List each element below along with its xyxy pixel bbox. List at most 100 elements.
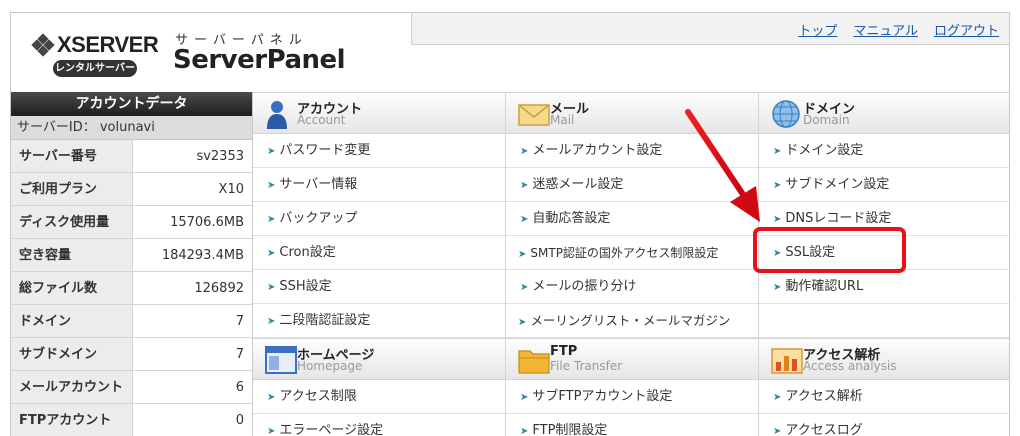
xserver-logo[interactable]: XSERVER レンタルサーバー サーバーパネル ServerPanel [31, 31, 373, 81]
account-row: ドメイン 7 [11, 305, 252, 338]
row-label: ディスク使用量 [11, 206, 133, 238]
account-row: 空き容量 184293.4MB [11, 239, 252, 272]
chevron-right-icon: ➤ [267, 180, 276, 191]
menu-item-error-page[interactable]: ➤ エラーページ設定 [253, 414, 505, 436]
category-subtitle: Domain [803, 113, 850, 127]
menu-item-server-info[interactable]: ➤ サーバー情報 [253, 168, 505, 202]
chevron-right-icon: ➤ [520, 282, 529, 293]
row-value: 0 [133, 404, 252, 436]
menu-column-mail: メール Mail ➤ メールアカウント設定 ➤ 迷惑メール設定 ➤ 自動応答設定 ➤ S… [506, 92, 759, 436]
globe-icon [772, 100, 800, 128]
menu-item-password[interactable]: ➤ パスワード変更 [253, 134, 505, 168]
logo-brand: XSERVER [57, 32, 159, 57]
menu-item-empty [759, 304, 1009, 338]
menu-item-mail-account[interactable]: ➤ メールアカウント設定 [506, 134, 758, 168]
user-icon [267, 101, 287, 129]
account-row: メールアカウント 6 [11, 371, 252, 404]
chevron-right-icon: ➤ [267, 426, 276, 436]
chevron-right-icon: ➤ [773, 180, 782, 191]
account-data-panel: アカウントデータ サーバーID： volunavi サーバー番号 sv2353 ご… [10, 92, 252, 436]
row-label: サーバー番号 [11, 140, 133, 172]
chevron-right-icon: ➤ [520, 146, 529, 157]
category-subtitle: File Transfer [550, 359, 623, 373]
category-domain: ドメイン Domain [759, 92, 1009, 134]
chevron-right-icon: ➤ [267, 146, 276, 157]
server-id: サーバーID： volunavi [11, 116, 252, 140]
link-top[interactable]: トップ [798, 24, 837, 39]
menu-item-backup[interactable]: ➤ バックアップ [253, 202, 505, 236]
chevron-right-icon: ➤ [773, 282, 782, 293]
row-value: sv2353 [133, 140, 252, 172]
menu-item-cron[interactable]: ➤ Cron設定 [253, 236, 505, 270]
menu-item-access-log[interactable]: ➤ アクセスログ [759, 414, 1009, 436]
account-row: サーバー番号 sv2353 [11, 140, 252, 173]
chevron-right-icon: ➤ [267, 248, 276, 259]
analytics-chart-icon [771, 348, 803, 374]
category-access-analysis: アクセス解析 Access analysis [759, 338, 1009, 380]
xserver-diamond-icon [31, 33, 55, 57]
row-label: ご利用プラン [11, 173, 133, 205]
chevron-right-icon: ➤ [267, 392, 276, 403]
logo-badge: レンタルサーバー [53, 60, 137, 77]
account-row: FTPアカウント 0 [11, 404, 252, 436]
row-label: サブドメイン [11, 338, 133, 370]
menu-item-test-url[interactable]: ➤ 動作確認URL [759, 270, 1009, 304]
category-subtitle: Homepage [297, 359, 363, 373]
chevron-right-icon: ➤ [520, 426, 529, 436]
category-homepage: ホームページ Homepage [253, 338, 505, 380]
header: XSERVER レンタルサーバー サーバーパネル ServerPanel トップ… [10, 12, 1010, 92]
category-ftp: FTP File Transfer [506, 338, 758, 380]
row-value: 6 [133, 371, 252, 403]
menu-item-mailing-list[interactable]: ➤ メーリングリスト・メールマガジン [506, 304, 758, 338]
chevron-right-icon: ➤ [773, 426, 782, 436]
menu-item-two-factor[interactable]: ➤ 二段階認証設定 [253, 304, 505, 338]
menu-item-access-restriction[interactable]: ➤ アクセス制限 [253, 380, 505, 414]
chevron-right-icon: ➤ [773, 392, 782, 403]
account-row: 総ファイル数 126892 [11, 272, 252, 305]
row-value: 7 [133, 305, 252, 337]
menu-item-sub-ftp[interactable]: ➤ サブFTPアカウント設定 [506, 380, 758, 414]
menu-item-subdomain[interactable]: ➤ サブドメイン設定 [759, 168, 1009, 202]
menu-item-ftp-restriction[interactable]: ➤ FTP制限設定 [506, 414, 758, 436]
account-row: ご利用プラン X10 [11, 173, 252, 206]
link-manual[interactable]: マニュアル [853, 24, 918, 39]
row-value: 126892 [133, 272, 252, 304]
menu-item-smtp-restriction[interactable]: ➤ SMTP認証の国外アクセス制限設定 [506, 236, 758, 270]
homepage-window-icon [265, 346, 297, 374]
folder-icon [518, 350, 550, 374]
account-row: サブドメイン 7 [11, 338, 252, 371]
menu-item-access-analysis[interactable]: ➤ アクセス解析 [759, 380, 1009, 414]
chevron-right-icon: ➤ [267, 214, 276, 225]
chevron-right-icon: ➤ [267, 282, 276, 293]
row-value: 7 [133, 338, 252, 370]
chevron-right-icon: ➤ [518, 317, 527, 328]
mail-envelope-icon [518, 104, 550, 126]
menu-item-ssh[interactable]: ➤ SSH設定 [253, 270, 505, 304]
category-account: アカウント Account [253, 92, 505, 134]
header-links: トップ マニュアル ログアウト [782, 20, 999, 39]
menu-item-auto-reply[interactable]: ➤ 自動応答設定 [506, 202, 758, 236]
chevron-right-icon: ➤ [520, 392, 529, 403]
category-mail: メール Mail [506, 92, 758, 134]
row-label: ドメイン [11, 305, 133, 337]
menu-column-account: アカウント Account ➤ パスワード変更 ➤ サーバー情報 ➤ バックアップ ➤… [253, 92, 506, 436]
link-logout[interactable]: ログアウト [934, 24, 999, 39]
account-data-heading: アカウントデータ [11, 92, 252, 116]
menu-item-spam[interactable]: ➤ 迷惑メール設定 [506, 168, 758, 202]
account-row: ディスク使用量 15706.6MB [11, 206, 252, 239]
row-value: X10 [133, 173, 252, 205]
ssl-highlight-box [753, 227, 906, 273]
menu-item-mail-filter[interactable]: ➤ メールの振り分け [506, 270, 758, 304]
row-label: FTPアカウント [11, 404, 133, 436]
logo-title: ServerPanel [173, 45, 346, 75]
chevron-right-icon: ➤ [773, 146, 782, 157]
row-label: 総ファイル数 [11, 272, 133, 304]
chevron-right-icon: ➤ [520, 180, 529, 191]
category-subtitle: Access analysis [803, 359, 897, 373]
row-value: 15706.6MB [133, 206, 252, 238]
row-label: 空き容量 [11, 239, 133, 271]
menu-item-domain-settings[interactable]: ➤ ドメイン設定 [759, 134, 1009, 168]
header-nav-bar: トップ マニュアル ログアウト [411, 13, 1009, 45]
row-value: 184293.4MB [133, 239, 252, 271]
category-subtitle: Account [297, 113, 346, 127]
